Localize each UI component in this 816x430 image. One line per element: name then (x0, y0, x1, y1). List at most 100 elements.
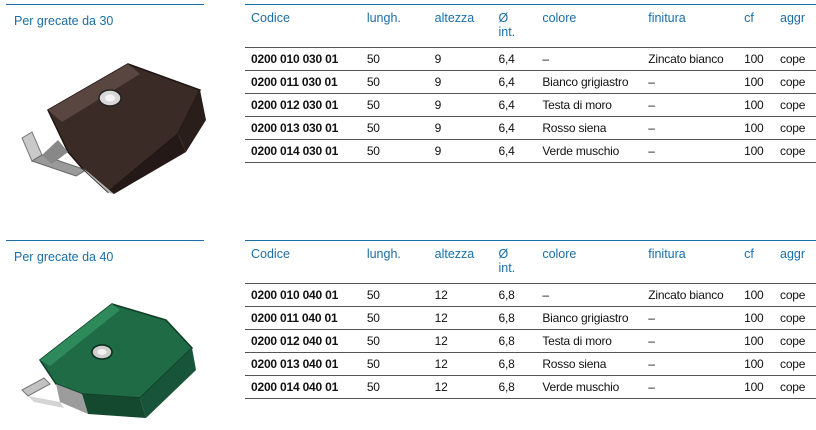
col-header-colore: colore (536, 240, 643, 284)
product-table: Codice lungh. altezza Øint. colore finit… (245, 240, 816, 399)
cell-diametro: 6,4 (492, 93, 537, 117)
table-row: 0200 010 040 01 50 12 6,8 – Zincato bian… (245, 283, 816, 307)
cell-codice: 0200 013 030 01 (245, 116, 361, 140)
cell-lungh: 50 (360, 116, 429, 140)
cell-codice: 0200 014 030 01 (245, 139, 361, 163)
cell-colore: Bianco grigiastro (536, 70, 643, 94)
cell-aggr: cope (774, 375, 816, 399)
cell-aggr: cope (774, 116, 816, 140)
col-header-diametro: Øint. (492, 4, 537, 48)
cell-finitura: – (642, 116, 739, 140)
cell-colore: Testa di moro (536, 93, 643, 117)
cell-cf: 100 (738, 93, 775, 117)
col-header-altezza: altezza (428, 240, 493, 284)
cell-altezza: 9 (428, 47, 493, 71)
cell-cf: 100 (738, 47, 775, 71)
table-row: 0200 011 030 01 50 9 6,4 Bianco grigiast… (245, 70, 816, 94)
cell-finitura: – (642, 70, 739, 94)
cell-finitura: – (642, 139, 739, 163)
table-row: 0200 013 030 01 50 9 6,4 Rosso siena – 1… (245, 116, 816, 140)
table-header-row: Codice lungh. altezza Øint. colore finit… (245, 4, 816, 48)
cell-altezza: 9 (428, 70, 493, 94)
cell-codice: 0200 011 040 01 (245, 306, 361, 330)
cell-cf: 100 (738, 329, 775, 353)
table-row: 0200 014 030 01 50 9 6,4 Verde muschio –… (245, 139, 816, 163)
cell-finitura: – (642, 93, 739, 117)
cell-altezza: 12 (428, 375, 493, 399)
cell-aggr: cope (774, 283, 816, 307)
cell-finitura: – (642, 375, 739, 399)
col-header-finitura: finitura (642, 4, 739, 48)
col-header-codice: Codice (245, 240, 361, 284)
cell-cf: 100 (738, 70, 775, 94)
cell-diametro: 6,4 (492, 47, 537, 71)
cell-diametro: 6,8 (492, 375, 537, 399)
cell-colore: Bianco grigiastro (536, 306, 643, 330)
table-row: 0200 010 030 01 50 9 6,4 – Zincato bianc… (245, 47, 816, 71)
cell-diametro: 6,8 (492, 306, 537, 330)
col-header-finitura: finitura (642, 240, 739, 284)
cell-codice: 0200 010 030 01 (245, 47, 361, 71)
cell-colore: Verde muschio (536, 375, 643, 399)
cell-codice: 0200 012 040 01 (245, 329, 361, 353)
cell-codice: 0200 010 040 01 (245, 283, 361, 307)
col-header-altezza: altezza (428, 4, 493, 48)
cell-aggr: cope (774, 93, 816, 117)
cell-altezza: 9 (428, 116, 493, 140)
cell-cf: 100 (738, 283, 775, 307)
table-header-row: Codice lungh. altezza Øint. colore finit… (245, 240, 816, 284)
col-header-colore: colore (536, 4, 643, 48)
cell-colore: – (536, 283, 643, 307)
cell-diametro: 6,8 (492, 352, 537, 376)
table-row: 0200 014 040 01 50 12 6,8 Verde muschio … (245, 375, 816, 399)
section-grecate-40: Per grecate da 40 Codice lungh. altezza … (0, 236, 816, 430)
table-row: 0200 011 040 01 50 12 6,8 Bianco grigias… (245, 306, 816, 330)
col-header-cf: cf (738, 4, 775, 48)
cell-cf: 100 (738, 306, 775, 330)
cell-altezza: 9 (428, 139, 493, 163)
cell-lungh: 50 (360, 283, 429, 307)
green-clip-image (21, 303, 196, 418)
table-row: 0200 012 040 01 50 12 6,8 Testa di moro … (245, 329, 816, 353)
cell-lungh: 50 (360, 329, 429, 353)
cell-diametro: 6,4 (492, 139, 537, 163)
cell-altezza: 12 (428, 329, 493, 353)
cell-colore: – (536, 47, 643, 71)
cell-lungh: 50 (360, 352, 429, 376)
product-table: Codice lungh. altezza Øint. colore finit… (245, 4, 816, 163)
col-header-codice: Codice (245, 4, 361, 48)
col-header-lungh: lungh. (360, 4, 429, 48)
section-title: Per grecate da 30 (14, 14, 114, 28)
table-row: 0200 012 030 01 50 9 6,4 Testa di moro –… (245, 93, 816, 117)
cell-altezza: 12 (428, 352, 493, 376)
cell-lungh: 50 (360, 93, 429, 117)
col-header-lungh: lungh. (360, 240, 429, 284)
cell-aggr: cope (774, 306, 816, 330)
cell-altezza: 9 (428, 93, 493, 117)
cell-cf: 100 (738, 139, 775, 163)
cell-codice: 0200 012 030 01 (245, 93, 361, 117)
cell-colore: Rosso siena (536, 116, 643, 140)
col-header-diametro: Øint. (492, 240, 537, 284)
cell-diametro: 6,4 (492, 70, 537, 94)
section-title: Per grecate da 40 (14, 250, 114, 264)
cell-codice: 0200 011 030 01 (245, 70, 361, 94)
cell-aggr: cope (774, 70, 816, 94)
col-header-aggr: aggr (774, 4, 816, 48)
cell-lungh: 50 (360, 306, 429, 330)
cell-lungh: 50 (360, 139, 429, 163)
section-divider (6, 4, 204, 5)
cell-aggr: cope (774, 47, 816, 71)
cell-codice: 0200 014 040 01 (245, 375, 361, 399)
cell-altezza: 12 (428, 306, 493, 330)
section-divider (6, 240, 204, 241)
cell-finitura: – (642, 306, 739, 330)
col-header-aggr: aggr (774, 240, 816, 284)
cell-cf: 100 (738, 116, 775, 140)
cell-colore: Testa di moro (536, 329, 643, 353)
cell-aggr: cope (774, 329, 816, 353)
cell-aggr: cope (774, 352, 816, 376)
cell-finitura: – (642, 352, 739, 376)
brown-clip-image (21, 63, 206, 194)
col-header-cf: cf (738, 240, 775, 284)
